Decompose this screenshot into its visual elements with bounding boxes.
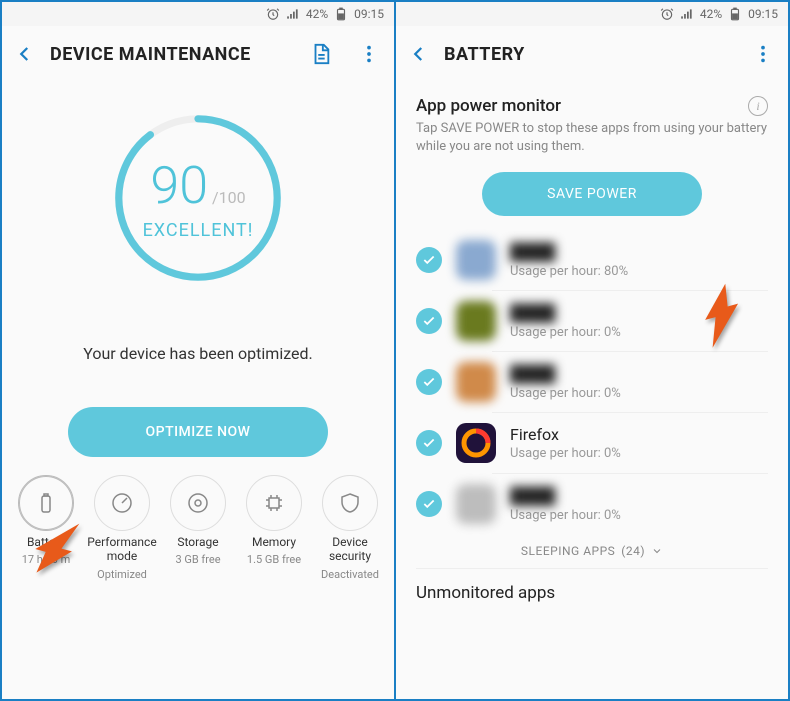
battery-pct: 42% — [700, 7, 722, 21]
score-value: 90 — [150, 155, 208, 216]
page-title: DEVICE MAINTENANCE — [50, 44, 294, 65]
chip-icon — [262, 491, 286, 515]
app-usage: Usage per hour: 0% — [510, 508, 768, 523]
category-memory[interactable]: Memory 1.5 GB free — [236, 475, 312, 581]
app-icon — [456, 423, 496, 463]
chevron-down-icon — [651, 545, 663, 557]
app-name: ████ — [510, 486, 768, 506]
battery-pct: 42% — [306, 7, 328, 21]
checkbox-icon[interactable] — [416, 491, 442, 517]
optimize-now-button[interactable]: OPTIMIZE NOW — [68, 407, 328, 457]
back-icon[interactable] — [16, 45, 34, 63]
app-power-monitor-desc: Tap SAVE POWER to stop these apps from u… — [396, 120, 788, 162]
app-usage: Usage per hour: 0% — [510, 386, 768, 401]
appbar: DEVICE MAINTENANCE — [2, 26, 394, 82]
appbar: BATTERY — [396, 26, 788, 82]
signal-icon — [680, 7, 694, 21]
alarm-icon — [266, 7, 280, 21]
score-label: EXCELLENT! — [143, 220, 254, 241]
alarm-icon — [660, 7, 674, 21]
unmonitored-apps-title[interactable]: Unmonitored apps — [396, 569, 788, 607]
document-icon[interactable] — [310, 43, 332, 65]
statusbar: 42% 09:15 — [2, 2, 394, 26]
pointer-arrow-left — [10, 500, 100, 594]
save-power-button[interactable]: SAVE POWER — [482, 172, 702, 216]
app-power-monitor-title: App power monitor i — [396, 82, 788, 120]
app-name: ████ — [510, 242, 768, 262]
app-icon — [456, 362, 496, 402]
optimized-message: Your device has been optimized. — [2, 344, 394, 363]
battery-screen: 42% 09:15 BATTERY App power monitor i Ta… — [396, 2, 788, 699]
page-title: BATTERY — [444, 44, 736, 65]
clock-text: 09:15 — [354, 7, 384, 21]
back-icon[interactable] — [410, 45, 428, 63]
app-icon — [456, 484, 496, 524]
info-icon[interactable]: i — [748, 96, 768, 116]
checkbox-icon[interactable] — [416, 247, 442, 273]
storage-icon — [186, 491, 210, 515]
device-maintenance-screen: 42% 09:15 DEVICE MAINTENANCE 90/100 EXCE… — [2, 2, 396, 699]
score-gauge: 90/100 EXCELLENT! — [108, 108, 288, 288]
signal-icon — [286, 7, 300, 21]
app-icon — [456, 301, 496, 341]
sleeping-apps-toggle[interactable]: SLEEPING APPS (24) — [396, 534, 788, 568]
statusbar: 42% 09:15 — [396, 2, 788, 26]
category-storage[interactable]: Storage 3 GB free — [160, 475, 236, 581]
battery-icon — [728, 7, 742, 21]
app-name: Firefox — [510, 425, 768, 444]
checkbox-icon[interactable] — [416, 430, 442, 456]
more-icon[interactable] — [752, 43, 774, 65]
app-icon — [456, 240, 496, 280]
more-icon[interactable] — [358, 43, 380, 65]
app-name: ████ — [510, 364, 768, 384]
app-row[interactable]: Firefox Usage per hour: 0% — [396, 413, 788, 473]
app-row[interactable]: ████ Usage per hour: 0% — [396, 474, 788, 534]
gauge-icon — [110, 491, 134, 515]
score-max: /100 — [212, 188, 246, 207]
checkbox-icon[interactable] — [416, 308, 442, 334]
app-usage: Usage per hour: 0% — [510, 446, 768, 461]
shield-icon — [338, 491, 362, 515]
pointer-arrow-right — [678, 272, 768, 366]
checkbox-icon[interactable] — [416, 369, 442, 395]
clock-text: 09:15 — [748, 7, 778, 21]
battery-icon — [334, 7, 348, 21]
category-security[interactable]: Device security Deactivated — [312, 475, 388, 581]
